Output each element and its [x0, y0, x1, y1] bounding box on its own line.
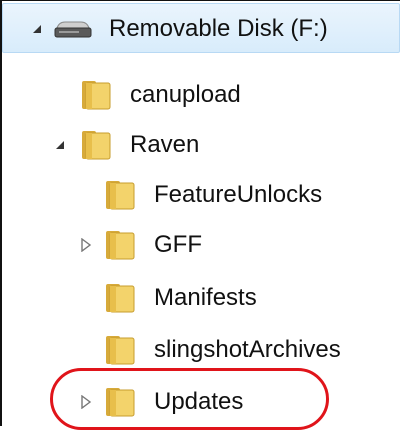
tree-item-slingshotarchives[interactable]: slingshotArchives	[2, 325, 400, 375]
folder-icon	[102, 282, 136, 314]
folder-icon	[102, 179, 136, 211]
collapsed-arrow-icon[interactable]	[78, 220, 94, 270]
folder-icon	[78, 129, 112, 161]
tree-item-label: slingshotArchives	[154, 336, 341, 363]
folder-icon	[102, 229, 136, 261]
tree-item-featureunlocks[interactable]: FeatureUnlocks	[2, 170, 400, 220]
collapsed-arrow-icon[interactable]	[78, 377, 94, 427]
tree-item-manifests[interactable]: Manifests	[2, 273, 400, 323]
navigation-tree-pane: Removable Disk (F:) canupload Raven Feat…	[0, 0, 400, 426]
folder-icon	[78, 79, 112, 111]
expanded-arrow-icon[interactable]	[29, 4, 45, 54]
tree-item-removable-disk[interactable]: Removable Disk (F:)	[2, 3, 400, 53]
tree-item-label: Raven	[130, 131, 200, 158]
tree-item-label: Updates	[154, 388, 244, 415]
folder-icon	[102, 334, 136, 366]
tree-item-label: GFF	[154, 231, 202, 258]
expanded-arrow-icon[interactable]	[52, 120, 68, 170]
tree-item-label: FeatureUnlocks	[154, 181, 323, 208]
tree-item-raven[interactable]: Raven	[2, 120, 400, 170]
tree-item-updates[interactable]: Updates	[2, 377, 400, 427]
tree-item-canupload[interactable]: canupload	[2, 70, 400, 120]
folder-icon	[102, 386, 136, 418]
removable-drive-icon	[53, 18, 93, 40]
tree-item-gff[interactable]: GFF	[2, 220, 400, 270]
tree-item-label: canupload	[130, 81, 241, 108]
tree-item-label: Removable Disk (F:)	[109, 15, 328, 42]
tree-item-label: Manifests	[154, 284, 257, 311]
